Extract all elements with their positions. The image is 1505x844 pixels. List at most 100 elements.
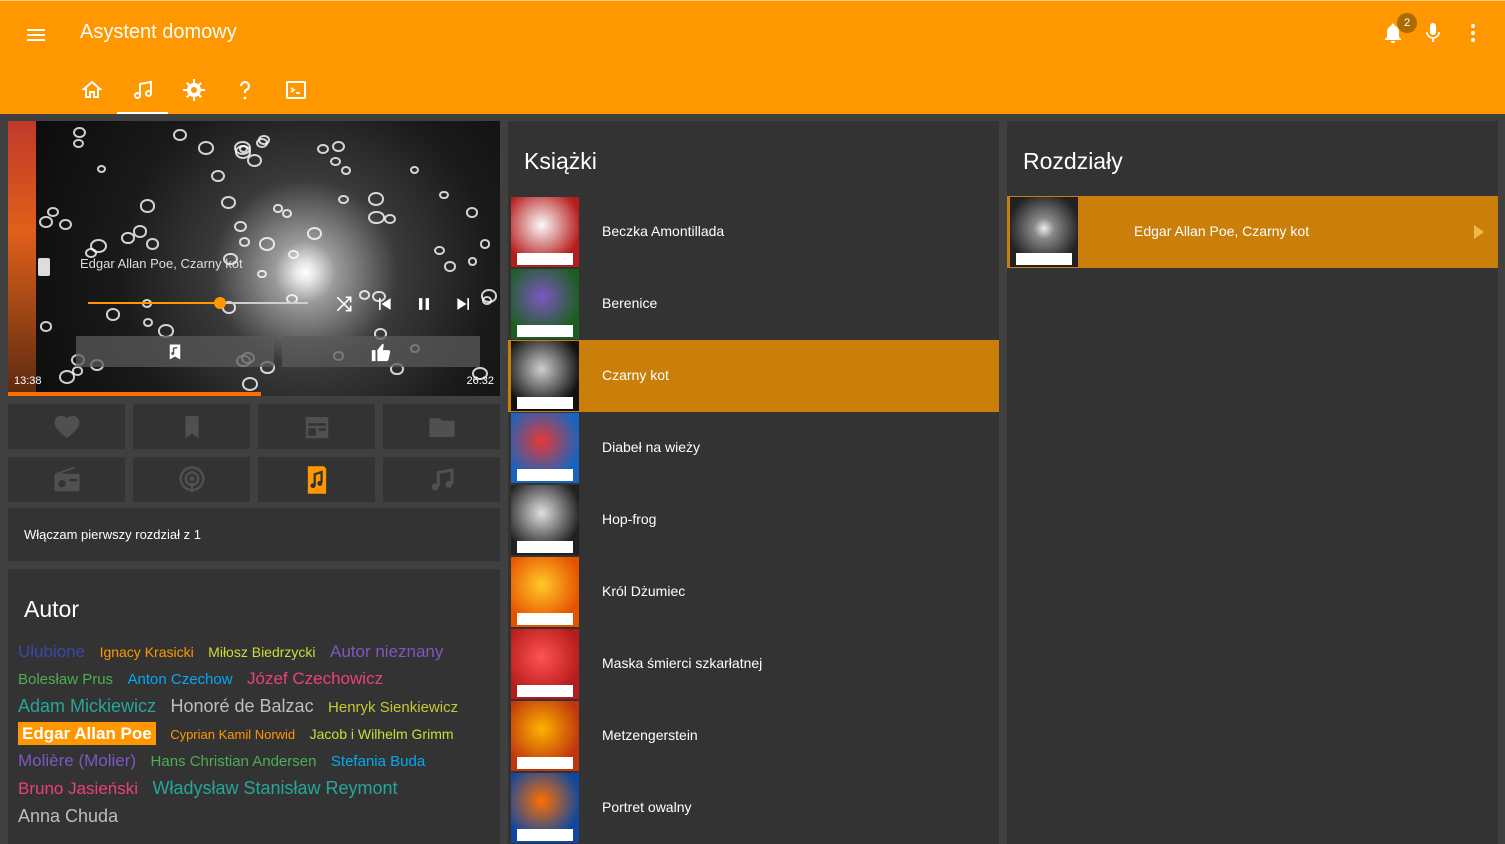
playback-progress-fill (8, 392, 261, 396)
book-cover (511, 197, 579, 267)
book-cover-label (517, 397, 573, 409)
books-panel: Książki Beczka Amontillada Berenice Czarny… (508, 121, 999, 844)
folder-button[interactable] (383, 404, 500, 449)
author-tag[interactable]: Jacob i Wilhelm Grimm (310, 726, 454, 742)
book-cover (511, 773, 579, 843)
microphone-button[interactable] (1421, 21, 1445, 45)
elapsed-time: 13:38 (14, 375, 42, 387)
author-tag[interactable]: Honoré de Balzac (170, 696, 313, 716)
bubble (72, 126, 87, 138)
seek-slider-knob[interactable] (214, 297, 226, 309)
speaker-icon[interactable] (38, 258, 50, 276)
bubble (282, 208, 293, 218)
author-tag[interactable]: Bolesław Prus (18, 671, 113, 688)
bubble (197, 141, 214, 156)
book-list-item[interactable]: Hop-frog (508, 484, 999, 556)
pause-button[interactable] (414, 294, 434, 314)
menu-icon[interactable] (24, 23, 48, 47)
tab-terminal[interactable] (270, 66, 321, 114)
author-tag[interactable]: Miłosz Biedrzycki (208, 644, 315, 660)
book-list-item[interactable]: Maska śmierci szkarłatnej (508, 628, 999, 700)
more-options-button[interactable] (1461, 21, 1485, 45)
audiobook-button[interactable] (258, 457, 375, 502)
bubble (242, 377, 259, 391)
bubble (132, 225, 148, 238)
book-cover (511, 629, 579, 699)
book-title: Maska śmierci szkarłatnej (602, 655, 763, 671)
author-tag[interactable]: Autor nieznany (330, 642, 443, 661)
author-tag[interactable]: Bruno Jasieński (18, 779, 138, 798)
chapter-list-item[interactable]: Edgar Allan Poe, Czarny kot (1007, 196, 1498, 268)
chapters-list: Edgar Allan Poe, Czarny kot (1007, 196, 1498, 268)
author-tag[interactable]: Edgar Allan Poe (18, 722, 156, 745)
author-panel: Autor Ulubione Ignacy Krasicki Miłosz Bi… (8, 569, 500, 844)
book-list-item[interactable]: Król Dżumiec (508, 556, 999, 628)
book-title: Berenice (602, 295, 658, 311)
music-button[interactable] (383, 457, 500, 502)
favorites-button[interactable] (8, 404, 125, 449)
author-tag[interactable]: Cyprian Kamil Norwid (170, 727, 295, 742)
microphone-icon (1426, 23, 1440, 42)
book-list-item[interactable]: Portret owalny (508, 772, 999, 844)
author-tag[interactable]: Hans Christian Andersen (151, 753, 317, 770)
seek-slider-fill (88, 302, 220, 304)
bubble (340, 165, 352, 175)
book-cover-label (517, 613, 573, 625)
bubble (255, 137, 268, 149)
author-tag[interactable]: Anna Chuda (18, 806, 118, 826)
book-list-item[interactable]: Czarny kot (508, 340, 999, 412)
pause-icon (419, 298, 429, 310)
bubble (247, 154, 263, 168)
bubble (409, 165, 420, 174)
bubble (443, 260, 457, 272)
author-tag[interactable]: Henryk Sienkiewicz (328, 699, 458, 716)
bubble (307, 227, 323, 241)
like-button[interactable] (282, 336, 480, 367)
book-cover-label (517, 325, 573, 337)
author-tag[interactable]: Anton Czechow (128, 671, 233, 688)
notifications-button[interactable]: 2 (1381, 13, 1417, 45)
author-tag[interactable]: Ulubione (18, 642, 85, 661)
previous-button[interactable] (374, 294, 394, 314)
book-list-item[interactable]: Metzengerstein (508, 700, 999, 772)
book-list-item[interactable]: Beczka Amontillada (508, 196, 999, 268)
thumb-up-icon (371, 343, 391, 361)
calendar-button[interactable] (258, 404, 375, 449)
shuffle-button[interactable] (334, 294, 354, 314)
book-list-item[interactable]: Diabeł na wieży (508, 412, 999, 484)
tab-music[interactable] (117, 66, 168, 114)
book-list-item[interactable]: Berenice (508, 268, 999, 340)
tab-settings[interactable] (168, 66, 219, 114)
podcast-button[interactable] (133, 457, 250, 502)
book-cover (511, 485, 579, 555)
next-button[interactable] (454, 294, 474, 314)
bubble (105, 308, 121, 321)
book-title: Czarny kot (602, 367, 669, 383)
player-art-edge (8, 121, 36, 396)
tab-help[interactable] (219, 66, 270, 114)
bubble (234, 140, 251, 156)
author-tag[interactable]: Władysław Stanisław Reymont (152, 778, 397, 798)
playback-progress (8, 392, 500, 396)
author-tag[interactable]: Molière (Molier) (18, 751, 136, 770)
bubble (59, 218, 72, 230)
bookmark-track-button[interactable] (76, 336, 274, 367)
status-message: Włączam pierwszy rozdział z 1 (24, 527, 201, 542)
radio-button[interactable] (8, 457, 125, 502)
media-player: Edgar Allan Poe, Czarny kot 13:38 26:32 (8, 121, 500, 396)
bubble (329, 157, 341, 167)
author-tag[interactable]: Józef Czechowicz (247, 669, 383, 688)
seek-slider[interactable] (88, 297, 308, 309)
book-cover (511, 341, 579, 411)
bookmarks-button[interactable] (133, 404, 250, 449)
notification-badge: 2 (1397, 13, 1417, 33)
play-arrow-icon[interactable] (1474, 225, 1484, 239)
author-tag[interactable]: Ignacy Krasicki (100, 644, 194, 660)
nav-tabs (66, 66, 321, 114)
app-title: Asystent domowy (80, 21, 237, 43)
music-note-icon (133, 80, 152, 99)
author-tag[interactable]: Adam Mickiewicz (18, 696, 156, 716)
author-tag[interactable]: Stefania Buda (331, 753, 425, 770)
skip-next-icon (457, 298, 469, 310)
tab-home[interactable] (66, 66, 117, 114)
